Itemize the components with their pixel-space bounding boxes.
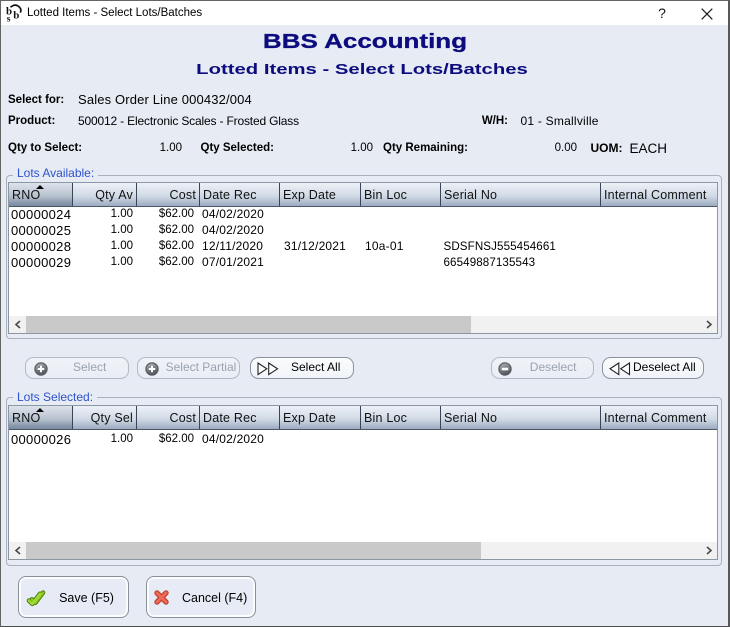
svg-text:b: b <box>13 10 19 22</box>
svg-text:s: s <box>7 15 11 24</box>
